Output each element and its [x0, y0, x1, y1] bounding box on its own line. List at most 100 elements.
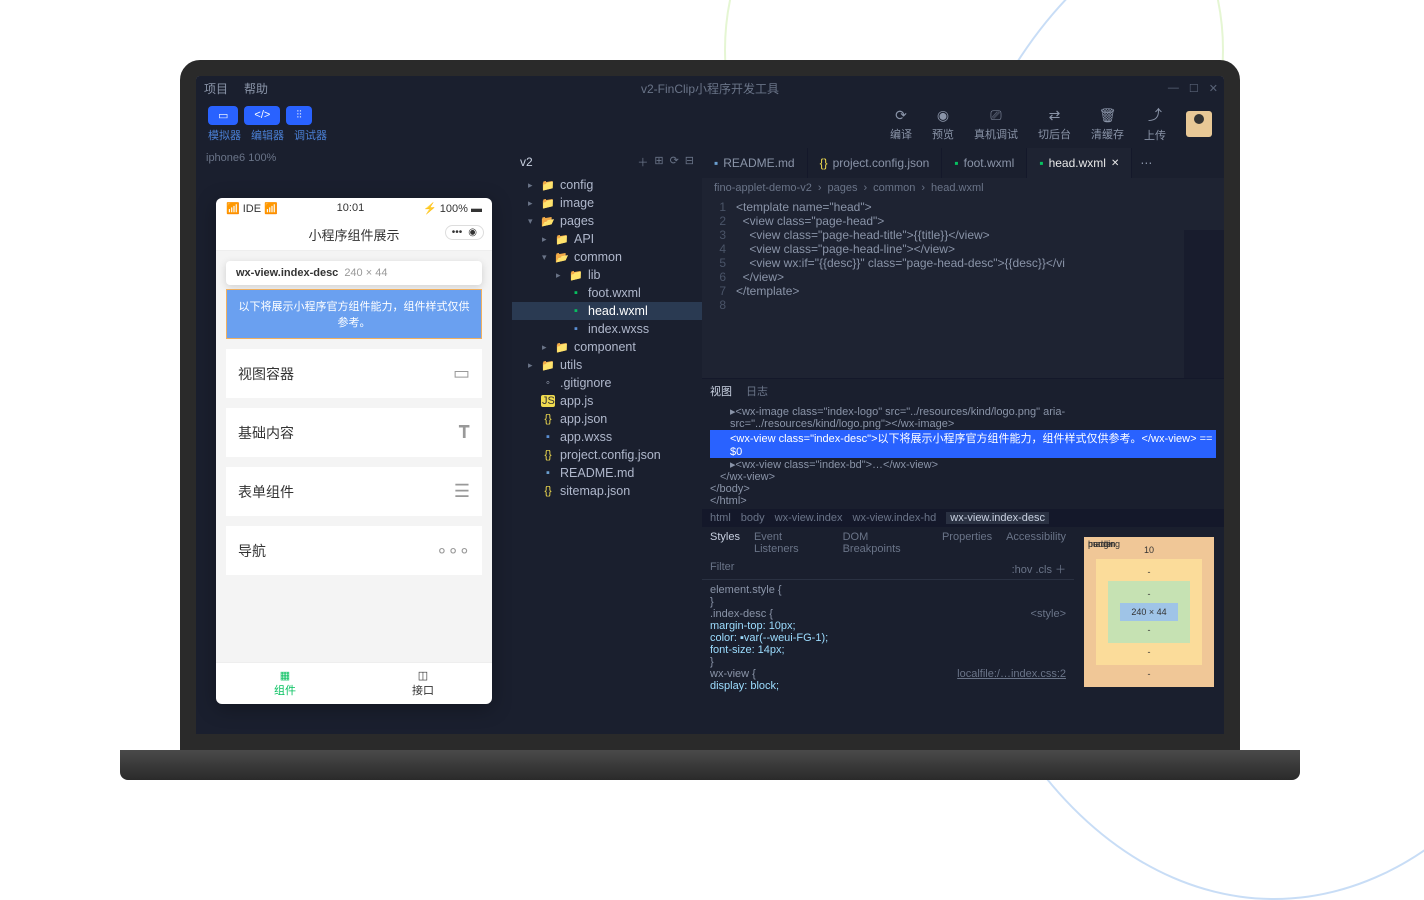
- tabbar-api[interactable]: ◫接口: [354, 663, 492, 704]
- crumb-html[interactable]: html: [710, 512, 731, 524]
- folder-image[interactable]: ▸📁image: [512, 194, 702, 212]
- capsule-menu-icon[interactable]: •••: [452, 227, 463, 238]
- css-rules[interactable]: element.style { } .index-desc {<style> m…: [702, 580, 1074, 696]
- crumb-index-hd[interactable]: wx-view.index-hd: [853, 512, 937, 524]
- folder-common[interactable]: ▾📂common: [512, 248, 702, 266]
- minimap[interactable]: [1184, 230, 1224, 378]
- file-explorer: v2 ＋ ⊞ ⟳ ⊟ ▸📁config ▸📁image ▾📂pages ▸📁AP…: [512, 148, 702, 734]
- avatar[interactable]: [1186, 111, 1212, 137]
- folder-pages[interactable]: ▾📂pages: [512, 212, 702, 230]
- ide-window: 项目 帮助 v2-FinClip小程序开发工具 — ☐ ✕ ▭ </> ⫶⫶: [196, 76, 1224, 734]
- window-close-icon[interactable]: ✕: [1209, 82, 1218, 95]
- crumb-index[interactable]: wx-view.index: [775, 512, 843, 524]
- api-icon: ◫: [360, 669, 486, 682]
- selected-element[interactable]: 以下将展示小程序官方组件能力，组件样式仅供参考。: [226, 289, 482, 339]
- menu-item-nav[interactable]: 导航∘∘∘: [226, 526, 482, 575]
- window-min-icon[interactable]: —: [1168, 82, 1179, 95]
- upload-button[interactable]: ⤴上传: [1144, 105, 1166, 143]
- event-listeners-tab[interactable]: Event Listeners: [754, 531, 829, 555]
- devtools-tab-view[interactable]: 视图: [710, 383, 732, 399]
- dom-breakpoints-tab[interactable]: DOM Breakpoints: [843, 531, 928, 555]
- refresh-icon[interactable]: ⟳: [670, 154, 679, 170]
- properties-tab[interactable]: Properties: [942, 531, 992, 555]
- dom-tree[interactable]: ▸<wx-image class="index-logo" src="../re…: [702, 403, 1224, 509]
- project-root[interactable]: v2: [520, 155, 533, 169]
- folder-utils[interactable]: ▸📁utils: [512, 356, 702, 374]
- upload-icon: ⤴: [1148, 105, 1162, 125]
- tab-project-config[interactable]: {}project.config.json: [808, 148, 943, 178]
- folder-api[interactable]: ▸📁API: [512, 230, 702, 248]
- styles-tab[interactable]: Styles: [710, 531, 740, 555]
- preview-button[interactable]: ◉预览: [932, 107, 954, 142]
- device-label[interactable]: iphone6 100%: [196, 148, 512, 168]
- file-app-wxss[interactable]: ▪app.wxss: [512, 428, 702, 446]
- grid-icon: ▦: [222, 669, 348, 682]
- laptop-frame: 项目 帮助 v2-FinClip小程序开发工具 — ☐ ✕ ▭ </> ⫶⫶: [180, 60, 1240, 780]
- status-battery: ⚡ 100% ▬: [423, 202, 482, 215]
- file-app-js[interactable]: JSapp.js: [512, 392, 702, 410]
- tab-head-wxml[interactable]: ▪head.wxml✕: [1027, 148, 1132, 178]
- status-signal: 📶 IDE 📶: [226, 202, 278, 215]
- switch-bg-button[interactable]: ⇄切后台: [1038, 107, 1071, 142]
- dots-icon: ∘∘∘: [436, 540, 470, 561]
- box-model: margin 10 border - padding -: [1074, 527, 1224, 734]
- menu-project[interactable]: 项目: [204, 80, 228, 97]
- devtools-tab-log[interactable]: 日志: [746, 383, 768, 399]
- file-sitemap[interactable]: {}sitemap.json: [512, 482, 702, 500]
- page-title: 小程序组件展示: [308, 228, 399, 243]
- file-app-json[interactable]: {}app.json: [512, 410, 702, 428]
- capsule-close-icon[interactable]: ◉: [468, 227, 477, 238]
- editor-panel: ▪README.md {}project.config.json ▪foot.w…: [702, 148, 1224, 734]
- code-editor[interactable]: 1<template name="head"> 2 <view class="p…: [702, 198, 1224, 378]
- folder-component[interactable]: ▸📁component: [512, 338, 702, 356]
- tabbar-components[interactable]: ▦组件: [216, 663, 354, 704]
- switch-icon: ⇄: [1049, 107, 1061, 124]
- collapse-icon[interactable]: ⊟: [685, 154, 694, 170]
- editor-button[interactable]: </>: [244, 106, 280, 125]
- close-tab-icon[interactable]: ✕: [1111, 158, 1119, 169]
- eye-icon: ◉: [937, 107, 949, 124]
- status-time: 10:01: [337, 202, 365, 215]
- window-title: v2-FinClip小程序开发工具: [641, 80, 779, 97]
- menu-help[interactable]: 帮助: [244, 80, 268, 97]
- phone-icon: ⎚: [990, 107, 1001, 124]
- editor-tabs: ▪README.md {}project.config.json ▪foot.w…: [702, 148, 1224, 178]
- new-file-icon[interactable]: ＋: [637, 154, 648, 170]
- file-index-wxss[interactable]: ▪index.wxss: [512, 320, 702, 338]
- remote-debug-button[interactable]: ⎚真机调试: [974, 107, 1018, 142]
- menubar: 项目 帮助 v2-FinClip小程序开发工具 — ☐ ✕: [196, 76, 1224, 100]
- card-icon: ▭: [453, 363, 470, 384]
- tab-readme[interactable]: ▪README.md: [702, 148, 808, 178]
- new-folder-icon[interactable]: ⊞: [654, 154, 663, 170]
- folder-lib[interactable]: ▸📁lib: [512, 266, 702, 284]
- tab-foot-wxml[interactable]: ▪foot.wxml: [942, 148, 1027, 178]
- editor-label: 编辑器: [251, 127, 284, 143]
- tab-overflow-icon[interactable]: ⋯: [1132, 148, 1160, 178]
- menu-item-view-container[interactable]: 视图容器▭: [226, 349, 482, 398]
- simulator-button[interactable]: ▭: [208, 106, 238, 125]
- toolbar: ▭ </> ⫶⫶ 模拟器 编辑器 调试器 ⟳编译 ◉预览 ⎚真机调试 ⇄切后台: [196, 100, 1224, 148]
- window-max-icon[interactable]: ☐: [1189, 82, 1199, 95]
- file-head-wxml[interactable]: ▪head.wxml: [512, 302, 702, 320]
- styles-filter-input[interactable]: Filter: [710, 561, 734, 577]
- debugger-label: 调试器: [294, 127, 327, 143]
- accessibility-tab[interactable]: Accessibility: [1006, 531, 1066, 555]
- list-icon: ☰: [454, 481, 470, 502]
- menu-item-form[interactable]: 表单组件☰: [226, 467, 482, 516]
- crumb-index-desc[interactable]: wx-view.index-desc: [946, 512, 1049, 524]
- phone-preview: 📶 IDE 📶 10:01 ⚡ 100% ▬ 小程序组件展示 ••• ◉: [216, 198, 492, 704]
- file-readme[interactable]: ▪README.md: [512, 464, 702, 482]
- file-project-config[interactable]: {}project.config.json: [512, 446, 702, 464]
- debugger-button[interactable]: ⫶⫶: [286, 106, 312, 125]
- clear-cache-button[interactable]: 🗑清缓存: [1091, 107, 1124, 142]
- compile-button[interactable]: ⟳编译: [890, 107, 912, 142]
- folder-config[interactable]: ▸📁config: [512, 176, 702, 194]
- file-foot-wxml[interactable]: ▪foot.wxml: [512, 284, 702, 302]
- menu-item-basic-content[interactable]: 基础内容𝐓: [226, 408, 482, 457]
- devtools-panel: 视图 日志 ▸<wx-image class="index-logo" src=…: [702, 378, 1224, 734]
- styles-toggles[interactable]: :hov .cls ＋: [1012, 561, 1066, 577]
- simulator-label: 模拟器: [208, 127, 241, 143]
- crumb-body[interactable]: body: [741, 512, 765, 524]
- file-gitignore[interactable]: ◦.gitignore: [512, 374, 702, 392]
- compile-icon: ⟳: [895, 107, 907, 124]
